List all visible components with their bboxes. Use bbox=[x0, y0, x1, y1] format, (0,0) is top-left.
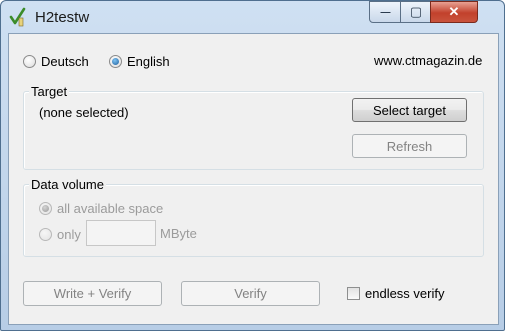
maximize-button[interactable]: ▢ bbox=[400, 1, 432, 23]
radio-only-label[interactable]: only bbox=[57, 227, 81, 242]
verify-button[interactable]: Verify bbox=[181, 281, 320, 306]
close-button[interactable]: ✕ bbox=[430, 1, 478, 23]
window-title: H2testw bbox=[35, 9, 90, 26]
radio-all-space-label[interactable]: all available space bbox=[57, 201, 163, 216]
data-volume-legend: Data volume bbox=[29, 177, 106, 192]
close-icon: ✕ bbox=[448, 4, 460, 19]
title-bar[interactable]: H2testw — ▢ ✕ bbox=[1, 1, 504, 33]
size-input[interactable] bbox=[86, 220, 156, 246]
size-unit-label: MByte bbox=[160, 226, 197, 241]
check-pencil-icon bbox=[9, 7, 26, 27]
write-verify-button[interactable]: Write + Verify bbox=[23, 281, 162, 306]
website-link[interactable]: www.ctmagazin.de bbox=[374, 53, 482, 68]
select-target-button[interactable]: Select target bbox=[352, 98, 467, 122]
select-target-button-label: Select target bbox=[373, 102, 446, 118]
write-verify-button-label: Write + Verify bbox=[53, 286, 132, 301]
minimize-icon: — bbox=[380, 6, 391, 18]
target-selection-text: (none selected) bbox=[39, 105, 129, 120]
endless-verify-checkbox[interactable] bbox=[347, 287, 360, 300]
dialog-client-area: Deutsch English www.ctmagazin.de Target … bbox=[8, 33, 499, 325]
minimize-button[interactable]: — bbox=[369, 1, 402, 23]
verify-button-label: Verify bbox=[234, 286, 267, 301]
refresh-button-label: Refresh bbox=[386, 138, 433, 154]
radio-english[interactable] bbox=[109, 55, 122, 68]
endless-verify-label[interactable]: endless verify bbox=[365, 286, 444, 301]
radio-deutsch-label[interactable]: Deutsch bbox=[41, 54, 89, 69]
maximize-icon: ▢ bbox=[409, 4, 423, 19]
radio-only[interactable] bbox=[39, 228, 52, 241]
radio-all-space[interactable] bbox=[39, 202, 52, 215]
radio-deutsch[interactable] bbox=[23, 55, 36, 68]
target-legend: Target bbox=[29, 84, 70, 99]
app-window: H2testw — ▢ ✕ Deutsch English www.ctmaga… bbox=[0, 0, 505, 331]
refresh-button[interactable]: Refresh bbox=[352, 134, 467, 158]
radio-english-label[interactable]: English bbox=[127, 54, 170, 69]
